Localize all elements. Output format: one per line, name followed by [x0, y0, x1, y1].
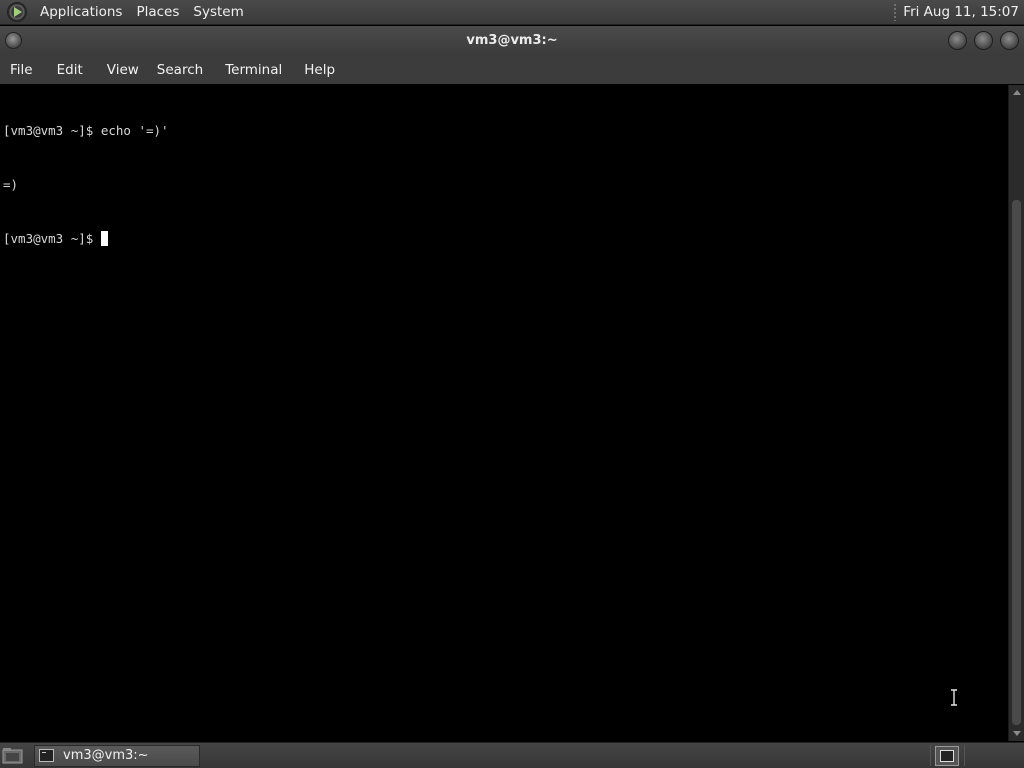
terminal-prompt-line: [vm3@vm3 ~]$: [3, 230, 1005, 248]
system-menu[interactable]: System: [186, 4, 250, 20]
terminal-menubar: File Edit View Search Terminal Help: [0, 55, 1024, 84]
minimize-button[interactable]: [948, 31, 967, 50]
distro-logo-icon[interactable]: [7, 2, 27, 22]
top-panel: Applications Places System Fri Aug 11, 1…: [0, 0, 1024, 25]
menu-help[interactable]: Help: [296, 62, 343, 78]
terminal-prompt: [vm3@vm3 ~]$: [3, 231, 94, 246]
menu-view[interactable]: View: [99, 62, 147, 78]
clock[interactable]: Fri Aug 11, 15:07: [903, 4, 1024, 20]
close-button[interactable]: [1000, 31, 1019, 50]
terminal-line: [vm3@vm3 ~]$ echo '=)': [3, 123, 169, 138]
taskbar-item-label: vm3@vm3:~: [63, 748, 149, 763]
ibeam-cursor-icon: [951, 689, 957, 706]
applications-menu[interactable]: Applications: [33, 4, 129, 20]
workspace-switcher[interactable]: [935, 746, 959, 766]
maximize-button[interactable]: [974, 31, 993, 50]
places-menu[interactable]: Places: [129, 4, 186, 20]
menu-edit[interactable]: Edit: [49, 62, 91, 78]
workspace-switcher-icon: [940, 750, 954, 762]
vertical-scrollbar[interactable]: [1008, 85, 1024, 741]
taskbar-item-terminal[interactable]: vm3@vm3:~: [34, 744, 200, 767]
scroll-down-icon[interactable]: [1013, 731, 1021, 736]
window-titlebar[interactable]: vm3@vm3:~: [0, 26, 1024, 55]
menu-file[interactable]: File: [2, 62, 41, 78]
menu-search[interactable]: Search: [149, 62, 211, 78]
terminal-line: =): [3, 177, 19, 192]
show-desktop-icon[interactable]: [2, 747, 24, 765]
terminal-icon: [39, 749, 54, 762]
text-cursor: [101, 231, 109, 246]
bottom-panel: vm3@vm3:~: [0, 742, 1024, 768]
menu-terminal[interactable]: Terminal: [217, 62, 290, 78]
scroll-up-icon[interactable]: [1013, 90, 1021, 95]
panel-divider: [930, 745, 931, 766]
window-menu-button[interactable]: [5, 32, 22, 49]
panel-divider: [964, 745, 965, 766]
scroll-thumb[interactable]: [1012, 200, 1021, 725]
window-title: vm3@vm3:~: [466, 33, 558, 48]
terminal-output[interactable]: [vm3@vm3 ~]$ echo '=)' =) [vm3@vm3 ~]$: [0, 85, 1008, 741]
panel-handle[interactable]: [893, 3, 898, 21]
